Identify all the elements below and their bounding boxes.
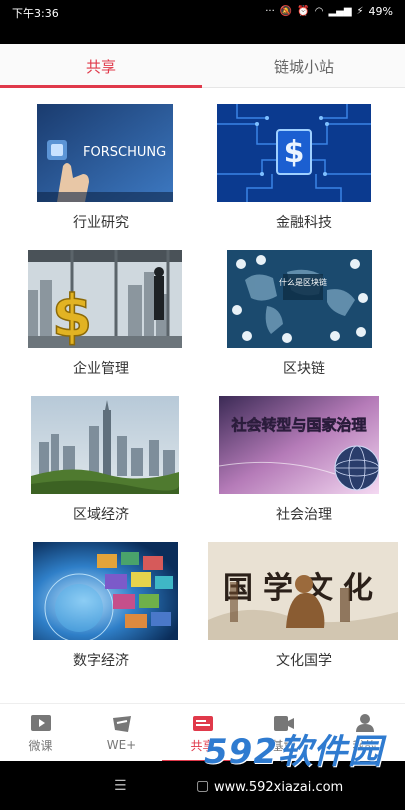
tab-share[interactable]: 共享 — [0, 44, 202, 88]
watermark-brand: 592软件园 — [204, 732, 383, 772]
tab-chain-station[interactable]: 链城小站 — [203, 44, 405, 88]
play-video-icon — [30, 714, 51, 731]
alarm-icon: ⏰ — [297, 6, 310, 17]
category-regional-economy[interactable]: 区域经济 — [0, 380, 202, 525]
status-bar: 下午3:36 ··· 🔕 ⏰ ◠ ▂▄▆ ⚡ 49% — [0, 0, 405, 24]
regional-economy-label: 区域经济 — [73, 507, 129, 523]
charging-icon: ⚡ — [356, 6, 364, 17]
forschung-text: FORSCHUNG — [83, 145, 166, 160]
social-governance-label: 社会治理 — [276, 507, 332, 523]
enterprise-management-thumbnail: $ — [28, 250, 182, 348]
digital-economy-thumbnail — [33, 542, 178, 640]
nav-item-micro-course[interactable]: 微课 — [0, 704, 81, 762]
enterprise-management-label: 企业管理 — [73, 361, 129, 377]
fintech-thumbnail: $ — [217, 104, 371, 202]
gold-dollar-text: $ — [52, 282, 92, 348]
status-time: 下午3:36 — [12, 7, 59, 20]
blockchain-label: 区块链 — [283, 361, 325, 377]
digital-economy-label: 数字经济 — [73, 653, 129, 669]
signal-icon: ▂▄▆ — [328, 6, 352, 17]
industry-research-thumbnail: FORSCHUNG — [37, 104, 173, 202]
nav-item-we-plus-label: WE+ — [106, 738, 137, 752]
blockchain-caption-text: 什么是区块链 — [279, 277, 327, 287]
culture-sinology-thumbnail: 国学文化 — [208, 542, 398, 640]
we-plus-icon — [112, 716, 131, 732]
category-fintech[interactable]: $ 金融科技 — [203, 88, 405, 233]
menu-icon[interactable]: ☰ — [114, 778, 127, 794]
social-governance-title-text: 社会转型与国家治理 — [230, 416, 366, 434]
battery-level: 49% — [368, 5, 393, 18]
nav-item-micro-course-label: 微课 — [28, 738, 53, 753]
industry-research-label: 行业研究 — [73, 215, 129, 231]
category-culture-sinology[interactable]: 国学文化 文化国学 — [203, 526, 405, 671]
category-digital-economy[interactable]: 数字经济 — [0, 526, 202, 671]
dollar-sign-text: $ — [284, 135, 305, 170]
social-governance-thumbnail: 社会转型与国家治理 — [219, 396, 379, 494]
category-grid: FORSCHUNG 行业研究 $ 金融科技 $ 企业管理 什么是区块链 区块链 … — [0, 88, 405, 700]
dots-icon: ··· — [265, 6, 275, 17]
bell-muted-icon: 🔕 — [279, 6, 293, 17]
watermark: 592软件园 www.592xiazai.com — [200, 718, 405, 810]
category-enterprise-management[interactable]: $ 企业管理 — [0, 234, 202, 379]
tab-share-label: 共享 — [85, 57, 116, 76]
blockchain-thumbnail: 什么是区块链 — [227, 250, 372, 348]
app-header-gap — [0, 24, 405, 44]
top-tab-bar: 共享 链城小站 — [0, 44, 405, 88]
status-icons: ··· 🔕 ⏰ ◠ ▂▄▆ ⚡ 49% — [265, 5, 393, 18]
tab-chain-station-label: 链城小站 — [273, 57, 334, 76]
category-blockchain[interactable]: 什么是区块链 区块链 — [203, 234, 405, 379]
regional-economy-thumbnail — [31, 396, 179, 494]
watermark-url: www.592xiazai.com — [214, 780, 344, 795]
culture-sinology-label: 文化国学 — [276, 653, 332, 669]
nav-item-we-plus[interactable]: WE+ — [81, 704, 162, 762]
wifi-icon: ◠ — [314, 6, 324, 17]
category-industry-research[interactable]: FORSCHUNG 行业研究 — [0, 88, 202, 233]
category-social-governance[interactable]: 社会转型与国家治理 社会治理 — [203, 380, 405, 525]
fintech-label: 金融科技 — [276, 215, 332, 231]
